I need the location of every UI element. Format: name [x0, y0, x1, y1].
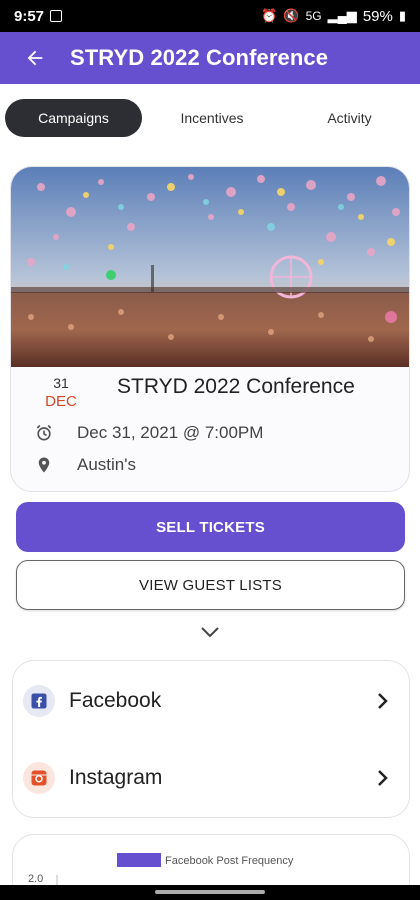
event-card[interactable]: 31 DEC STRYD 2022 Conference Dec 31, 202… [10, 166, 410, 492]
status-network: 5G [305, 9, 322, 23]
arrow-left-icon [27, 50, 43, 66]
event-month: DEC [45, 393, 77, 410]
signal-icon: ▂▄▆ [327, 8, 357, 23]
chart-legend-label: Facebook Post Frequency [165, 855, 294, 867]
chevron-right-icon [378, 693, 388, 709]
event-title: STRYD 2022 Conference [117, 375, 355, 398]
chevron-down-icon[interactable] [198, 622, 222, 642]
social-row-facebook[interactable]: Facebook [13, 671, 411, 731]
tab-incentives[interactable]: Incentives [142, 99, 282, 137]
sell-tickets-button[interactable]: SELL TICKETS [16, 502, 405, 552]
view-guest-lists-button[interactable]: VIEW GUEST LISTS [16, 560, 405, 610]
chart-legend-swatch [117, 853, 161, 867]
event-date: 31 DEC [11, 375, 111, 410]
status-bar: 9:57 ⏰ 🔇 5G ▂▄▆ 59% ▮ [0, 0, 420, 32]
tab-activity[interactable]: Activity [282, 99, 417, 137]
chevron-right-icon [378, 770, 388, 786]
status-right: ⏰ 🔇 5G ▂▄▆ 59% ▮ [261, 8, 406, 25]
location-pin-icon [11, 455, 77, 475]
notification-icon [50, 10, 63, 22]
tab-bar: Campaigns Incentives Activity [0, 96, 420, 140]
event-image [11, 167, 409, 367]
facebook-label: Facebook [69, 689, 162, 712]
chart-y-tick: 2.0 [28, 873, 43, 885]
mute-icon: 🔇 [283, 8, 300, 23]
tab-campaigns[interactable]: Campaigns [5, 99, 142, 137]
event-datetime-row: Dec 31, 2021 @ 7:00PM [11, 423, 263, 443]
status-battery: 59% [362, 7, 393, 25]
page-title: STRYD 2022 Conference [70, 45, 329, 70]
event-datetime: Dec 31, 2021 @ 7:00PM [77, 423, 264, 442]
instagram-icon [23, 762, 55, 794]
event-day: 31 [53, 375, 69, 391]
social-card: Facebook Instagram [12, 660, 410, 818]
back-button[interactable] [0, 32, 70, 84]
alarm-clock-icon [11, 423, 77, 443]
instagram-label: Instagram [69, 766, 163, 789]
alarm-icon: ⏰ [261, 8, 278, 23]
facebook-icon [23, 685, 55, 717]
home-gesture-pill[interactable] [155, 890, 265, 894]
event-location-row: Austin's [11, 455, 136, 475]
social-row-instagram[interactable]: Instagram [13, 748, 411, 808]
app-bar: STRYD 2022 Conference [0, 32, 420, 84]
battery-icon: ▮ [398, 8, 406, 23]
event-location: Austin's [77, 455, 136, 474]
status-time: 9:57 [14, 7, 45, 25]
